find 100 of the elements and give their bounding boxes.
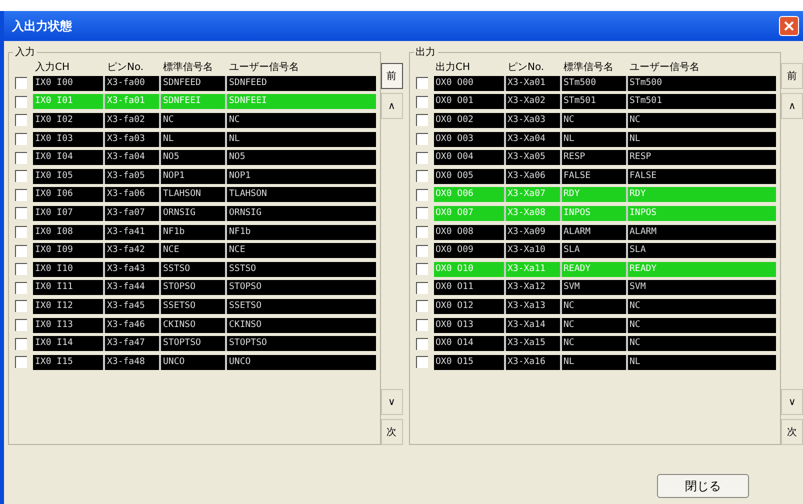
table-cell-text: RESP [628, 151, 652, 164]
table-cell-text: NC [628, 300, 642, 313]
table-cell: SSETSO [161, 298, 227, 314]
checkbox[interactable] [416, 114, 428, 126]
checkbox[interactable] [416, 188, 428, 201]
table-cell: NC [161, 112, 227, 128]
checkbox[interactable] [15, 338, 27, 350]
checkbox[interactable] [416, 300, 428, 312]
checkbox[interactable] [416, 133, 428, 146]
nav-button[interactable]: ∧ [380, 93, 402, 119]
table-cell-text: CKINSO [228, 318, 263, 332]
table-cell: X3-fa07 [105, 206, 161, 221]
table-cell: RESP [562, 150, 628, 166]
table-cell: NOP1 [161, 168, 227, 184]
table-cell: OX0 O02 [434, 112, 506, 128]
checkbox[interactable] [416, 282, 428, 294]
table-cell-text: SDNFEEI [228, 95, 268, 108]
table-cell: X3-fa00 [105, 76, 161, 91]
checkbox[interactable] [15, 244, 27, 257]
table-cell: NL [562, 132, 628, 147]
table-cell: OX0 O08 [434, 224, 506, 240]
table-cell-text: SSETSO [228, 300, 263, 313]
window-title: 入出力状態 [12, 18, 72, 34]
table-cell: X3-fa47 [105, 336, 161, 352]
checkbox[interactable] [416, 207, 428, 220]
checkbox[interactable] [15, 207, 27, 220]
checkbox[interactable] [15, 77, 27, 90]
checkbox[interactable] [15, 96, 27, 108]
checkbox[interactable] [416, 170, 428, 182]
checkbox[interactable] [416, 77, 428, 90]
checkbox[interactable] [15, 356, 27, 368]
checkbox[interactable] [15, 114, 27, 126]
table-cell-text: NF1b [228, 226, 252, 239]
table-cell: CKINSO [161, 318, 227, 333]
table-cell: X3-fa42 [105, 243, 161, 258]
nav-button[interactable]: ∨ [380, 389, 402, 415]
table-cell: OX0 O12 [434, 298, 506, 314]
checkbox[interactable] [15, 170, 27, 182]
nav-button[interactable]: ∧ [781, 93, 803, 119]
table-cell: OX0 O09 [434, 243, 506, 258]
table-cell: X3-fa44 [105, 280, 161, 296]
table-cell: X3-fa04 [105, 150, 161, 166]
table-cell-text: SSTSO [228, 262, 258, 276]
table-cell: OX0 O00 [434, 76, 506, 91]
checkbox[interactable] [15, 319, 27, 332]
nav-button[interactable]: 次 [380, 419, 402, 445]
table-cell: NO5 [161, 150, 227, 166]
checkbox[interactable] [416, 338, 428, 350]
table-cell: NC [562, 318, 628, 333]
column-header: ピンNo. [508, 60, 546, 74]
column-header: 標準信号名 [163, 60, 214, 74]
checkbox[interactable] [416, 263, 428, 276]
checkbox[interactable] [15, 152, 27, 164]
nav-button[interactable]: 前 [380, 63, 402, 89]
table-cell-text: NC [628, 114, 642, 127]
checkbox[interactable] [416, 152, 428, 164]
checkbox[interactable] [416, 356, 428, 368]
column-header: ユーザー信号名 [630, 60, 700, 74]
checkbox[interactable] [15, 263, 27, 276]
checkbox[interactable] [15, 282, 27, 294]
nav-button[interactable]: 前 [781, 63, 803, 89]
checkbox[interactable] [416, 96, 428, 108]
table-cell: X3-fa45 [105, 298, 161, 314]
table-cell-text: NL [628, 356, 642, 369]
checkbox[interactable] [416, 226, 428, 238]
table-cell: ALARM [562, 224, 628, 240]
table-cell: STOPSO [161, 280, 227, 296]
close-button[interactable] [779, 16, 799, 36]
table-cell-text: SVM [628, 281, 647, 294]
table-cell-text: ORNSIG [228, 206, 263, 220]
table-cell: OX0 O15 [434, 354, 506, 370]
checkbox[interactable] [416, 319, 428, 332]
nav-button[interactable]: 次 [781, 419, 803, 445]
column-header: 入力CH [34, 60, 71, 74]
checkbox[interactable] [15, 133, 27, 146]
column-header: ピンNo. [107, 60, 145, 74]
table-cell: SLA [562, 243, 628, 258]
nav-button[interactable]: ∨ [781, 389, 803, 415]
table-cell: STm501 [562, 94, 628, 110]
table-cell: ORNSIG [161, 206, 227, 221]
table-cell: X3-fa06 [105, 187, 161, 202]
table-cell: OX0 O11 [434, 280, 506, 296]
table-cell: OX0 O05 [434, 168, 506, 184]
table-cell: STm500 [562, 76, 628, 91]
checkbox[interactable] [15, 300, 27, 312]
table-cell: NL [161, 132, 227, 147]
table-cell: NCE [161, 243, 227, 258]
table-cell: IX0 I13 [33, 318, 105, 333]
checkbox[interactable] [15, 188, 27, 201]
checkbox[interactable] [416, 244, 428, 257]
checkbox[interactable] [15, 226, 27, 238]
table-cell: OX0 O01 [434, 94, 506, 110]
table-cell: IX0 I03 [33, 132, 105, 147]
table-cell: IX0 I07 [33, 206, 105, 221]
table-cell: X3-Xa02 [506, 94, 562, 110]
table-cell-text: NCE [228, 244, 246, 258]
close-dialog-button[interactable]: 閉じる [657, 474, 749, 498]
table-cell: IX0 I06 [33, 187, 105, 202]
table-cell: IX0 I04 [33, 150, 105, 166]
table-cell: OX0 O13 [434, 318, 506, 333]
